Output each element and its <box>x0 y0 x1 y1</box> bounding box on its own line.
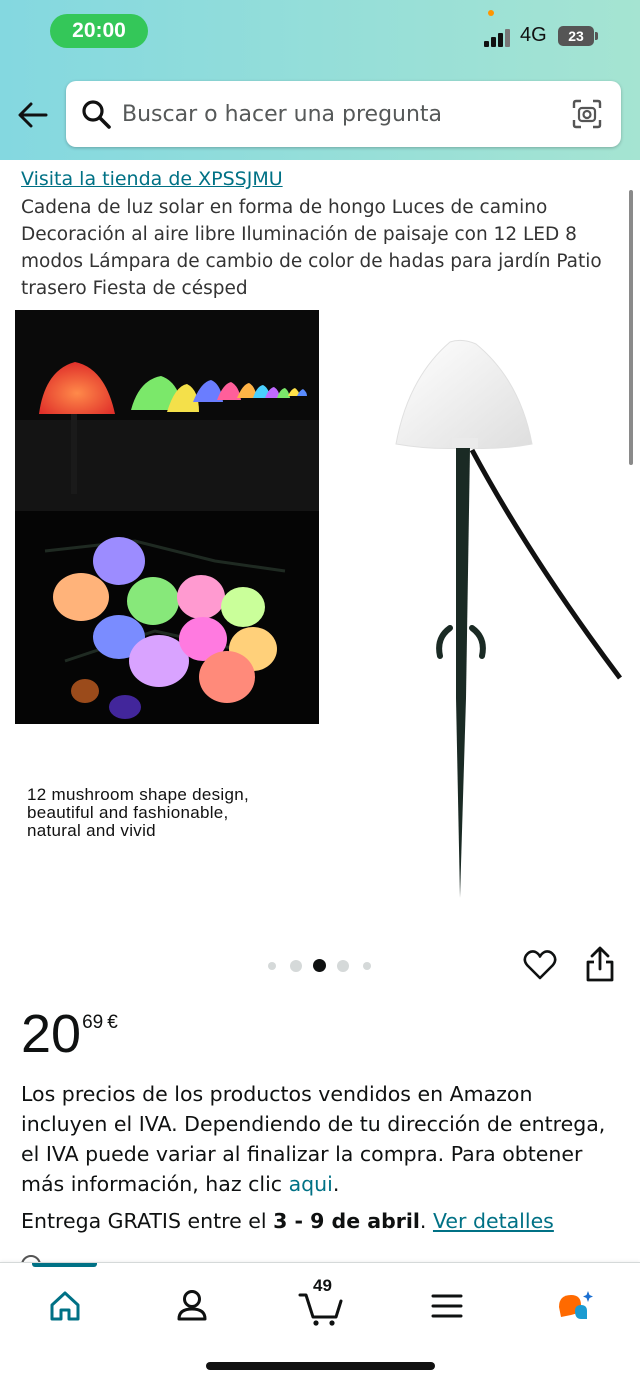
header: 20:00 4G 23 <box>0 0 640 160</box>
pagination-dot[interactable] <box>268 962 276 970</box>
back-arrow-icon[interactable] <box>16 98 50 132</box>
vat-notice: Los precios de los productos vendidos en… <box>21 1079 621 1199</box>
delivery-suffix: . <box>419 1209 433 1233</box>
product-title: Cadena de luz solar en forma de hongo Lu… <box>21 197 602 299</box>
home-indicator <box>206 1362 435 1370</box>
caption-line: 12 mushroom shape design, <box>27 785 250 804</box>
vat-info-link[interactable]: aqui <box>289 1172 333 1196</box>
image-pagination[interactable] <box>265 958 375 972</box>
pagination-dot[interactable] <box>290 960 302 972</box>
product-price: 2069 € <box>21 1004 118 1064</box>
caption-line: beautiful and fashionable, <box>27 803 229 822</box>
battery-tip <box>595 32 598 40</box>
status-time: 20:00 <box>50 14 148 48</box>
delivery-dates: 3 - 9 de abril <box>273 1209 420 1233</box>
search-input[interactable] <box>122 95 542 133</box>
home-icon[interactable] <box>40 1281 90 1331</box>
search-bar[interactable] <box>66 81 621 147</box>
product-image-garden-night <box>15 310 319 511</box>
network-type: 4G <box>520 24 547 46</box>
heart-icon[interactable] <box>522 947 558 983</box>
product-image-gallery[interactable]: 12 mushroom shape design, beautiful and … <box>0 308 640 908</box>
vat-notice-end: . <box>332 1172 340 1196</box>
caption-line: natural and vivid <box>27 821 156 840</box>
search-icon <box>82 100 111 129</box>
delivery-prefix: Entrega GRATIS entre el <box>21 1209 274 1233</box>
camera-search-icon[interactable] <box>571 98 603 130</box>
product-image-lights-closeup <box>15 511 319 724</box>
pagination-dot[interactable] <box>363 962 371 970</box>
delivery-info: Entrega GRATIS entre el 3 - 9 de abril. … <box>21 1206 631 1236</box>
price-fraction: 69 <box>82 1012 104 1033</box>
product-image-lamp <box>395 339 623 898</box>
privacy-indicator <box>488 10 494 16</box>
signal-icon <box>484 27 514 47</box>
store-link[interactable]: Visita la tienda de XPSSJMU <box>21 168 283 190</box>
pagination-dot[interactable] <box>337 960 349 972</box>
battery-icon: 23 <box>558 26 594 46</box>
account-icon[interactable] <box>167 1281 217 1331</box>
pagination-dot-active[interactable] <box>313 959 326 972</box>
menu-icon[interactable] <box>422 1281 472 1331</box>
delivery-details-link[interactable]: Ver detalles <box>433 1209 554 1233</box>
cart-count-badge: 49 <box>313 1276 332 1295</box>
share-icon[interactable] <box>584 945 616 985</box>
price-currency: € <box>107 1012 118 1033</box>
bottom-nav: 49 <box>0 1262 640 1384</box>
nav-active-indicator <box>32 1263 97 1267</box>
price-whole: 20 <box>21 1004 82 1064</box>
rufus-assistant-icon[interactable] <box>551 1281 601 1331</box>
image-caption: 12 mushroom shape design, beautiful and … <box>27 786 327 840</box>
